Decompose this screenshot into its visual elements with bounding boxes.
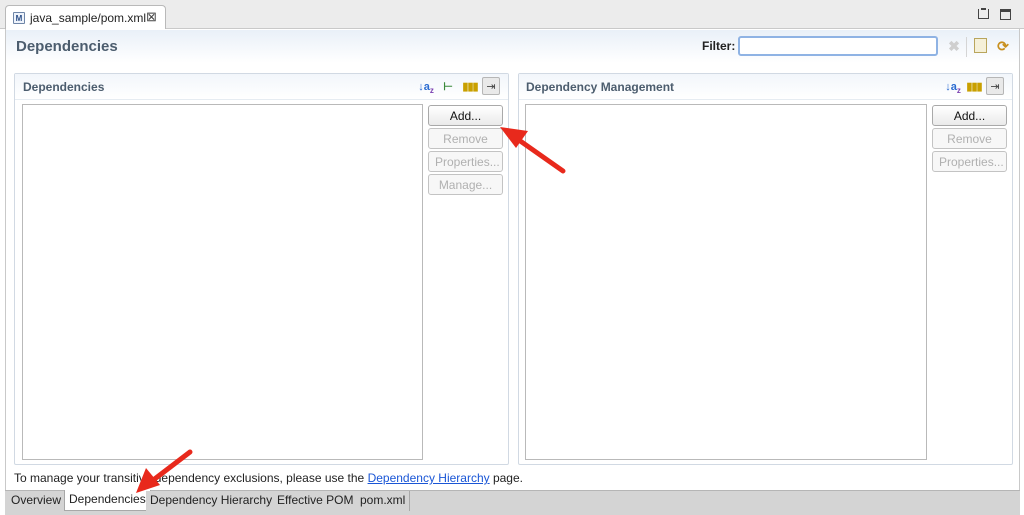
maven-file-icon: M [13, 12, 25, 24]
tab-dependencies[interactable]: Dependencies [64, 490, 151, 511]
dependency-management-remove-button[interactable]: Remove [932, 128, 1007, 149]
dependencies-properties-button[interactable]: Properties... [428, 151, 503, 172]
page-title: Dependencies [16, 38, 118, 55]
minimize-icon[interactable] [978, 8, 989, 19]
show-columns-icon[interactable]: ▮▮▮ [461, 78, 479, 96]
hint-text-after: page. [489, 471, 523, 485]
filter-toggle-icon[interactable]: ⇥ [482, 77, 500, 95]
clear-filter-icon[interactable]: ✖ [946, 38, 962, 54]
dependencies-section-title: Dependencies [23, 80, 105, 94]
tab-effective-pom[interactable]: Effective POM [273, 491, 359, 511]
dependency-hierarchy-link[interactable]: Dependency Hierarchy [368, 471, 490, 485]
editor-tab-pom-xml[interactable]: M java_sample/pom.xml ⊠ [5, 5, 166, 30]
dependency-management-section-title: Dependency Management [526, 80, 675, 94]
show-columns-icon[interactable]: ▮▮▮ [965, 78, 983, 96]
refresh-icon[interactable]: ⟳ [995, 38, 1011, 54]
dependencies-add-button[interactable]: Add... [428, 105, 503, 126]
open-pom-icon[interactable] [974, 38, 987, 53]
sort-alphabetically-icon[interactable]: ↓az [417, 78, 435, 96]
dependencies-list[interactable] [22, 104, 423, 460]
dependency-management-properties-button[interactable]: Properties... [932, 151, 1007, 172]
filter-toggle-icon[interactable]: ⇥ [986, 77, 1004, 95]
filter-input[interactable] [738, 36, 938, 56]
hint-text-before: To manage your transitive dependency exc… [14, 471, 368, 485]
dependencies-remove-button[interactable]: Remove [428, 128, 503, 149]
dependency-management-add-button[interactable]: Add... [932, 105, 1007, 126]
tab-overview[interactable]: Overview [7, 491, 67, 511]
dependencies-manage-button[interactable]: Manage... [428, 174, 503, 195]
show-group-id-icon[interactable]: ⊢ [439, 78, 457, 96]
hint-text: To manage your transitive dependency exc… [14, 471, 523, 485]
sort-alphabetically-icon[interactable]: ↓az [944, 78, 962, 96]
tab-dependency-hierarchy[interactable]: Dependency Hierarchy [146, 491, 278, 511]
editor-tab-title: java_sample/pom.xml [30, 11, 147, 25]
toolbar-separator [966, 37, 967, 57]
tab-pom-xml[interactable]: pom.xml [356, 491, 411, 511]
close-tab-icon[interactable]: ⊠ [146, 9, 157, 25]
maximize-icon[interactable] [1000, 9, 1011, 20]
filter-label: Filter: [702, 39, 736, 53]
dependency-management-list[interactable] [525, 104, 927, 460]
